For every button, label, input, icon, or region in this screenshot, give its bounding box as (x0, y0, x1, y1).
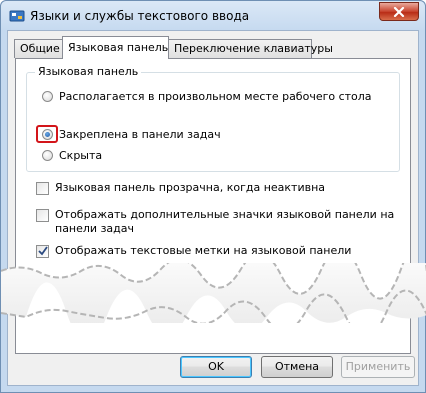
apply-button[interactable]: Применить (341, 356, 415, 378)
checkbox-transparent-label: Языковая панель прозрачна, когда неактив… (55, 181, 326, 194)
tab-language-bar[interactable]: Языковая панель (62, 36, 169, 59)
radio-button-docked-taskbar[interactable] (42, 129, 53, 140)
language-settings-icon (9, 8, 25, 24)
tab-general-label: Общие (20, 42, 60, 55)
dialog-window: Языки и службы текстового ввода Общие Яз… (0, 0, 426, 393)
title-bar[interactable]: Языки и службы текстового ввода (1, 1, 425, 30)
language-bar-groupbox: Языковая панель Располагается в произвол… (26, 65, 400, 172)
close-button[interactable] (379, 2, 419, 21)
torn-edge-decoration (1, 263, 426, 323)
checkbox-transparent[interactable] (36, 182, 49, 195)
cancel-button-label: Отмена (274, 360, 320, 373)
apply-button-label: Применить (345, 360, 411, 373)
ok-button[interactable]: OK (180, 356, 252, 378)
radio-label-docked-taskbar: Закреплена в панели задач (59, 128, 221, 141)
dialog-client-area: Общие Языковая панель Переключение клави… (7, 30, 419, 386)
radio-button-hidden[interactable] (42, 150, 53, 161)
checkbox-extra-icons[interactable] (36, 209, 49, 222)
tab-keyboard-switching[interactable]: Переключение клавиатуры (168, 39, 333, 58)
cancel-button[interactable]: Отмена (261, 356, 333, 378)
checkbox-extra-icons-label-line1: Отображать дополнительные значки языково… (55, 208, 395, 221)
radio-button-floating[interactable] (42, 91, 53, 102)
close-x-icon (393, 7, 405, 17)
checkbox-extra-icons-label-line2: панели задач (55, 222, 135, 235)
checkmark-icon (38, 246, 48, 256)
ok-button-label: OK (208, 360, 224, 373)
checkbox-extra-icons-label: Отображать дополнительные значки языково… (55, 208, 394, 236)
tab-general[interactable]: Общие (14, 39, 63, 58)
checkbox-text-labels-label: Отображать текстовые метки на языковой п… (55, 244, 352, 257)
window-title: Языки и службы текстового ввода (30, 9, 250, 23)
tab-keyboard-switching-label: Переключение клавиатуры (174, 42, 333, 55)
checkbox-text-labels[interactable] (36, 245, 49, 258)
groupbox-legend: Языковая панель (35, 65, 142, 78)
radio-label-floating: Располагается в произвольном месте рабоч… (59, 90, 372, 103)
radio-label-hidden: Скрыта (59, 149, 103, 162)
tab-language-bar-label: Языковая панель (68, 41, 169, 54)
